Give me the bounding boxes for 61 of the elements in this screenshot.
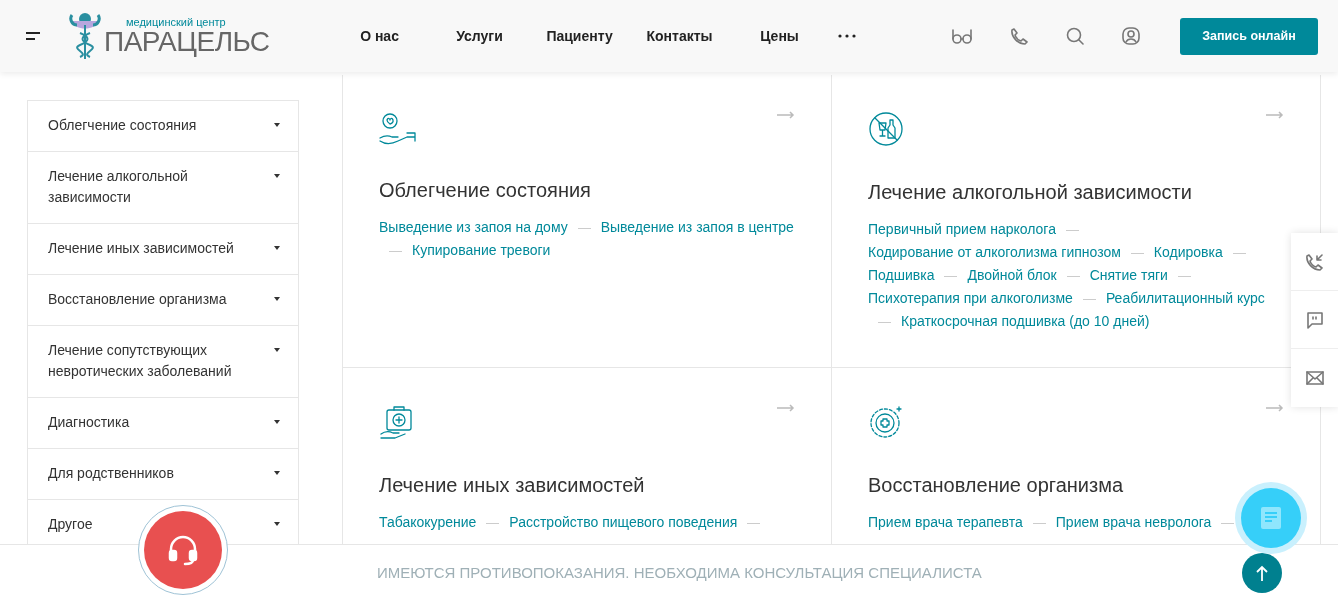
caduceus-logo-icon	[68, 11, 102, 61]
chat-bubble-icon	[1305, 310, 1324, 329]
disclaimer-text: ИМЕЮТСЯ ПРОТИВОПОКАЗАНИЯ. НЕОБХОДИМА КОНСУЛЬТАЦИЯ СПЕЦИАЛИСТА	[377, 563, 982, 581]
arrow-right-icon[interactable]	[1266, 404, 1284, 412]
card-title: Лечение алкогольной зависимости	[868, 181, 1193, 204]
menu-icon[interactable]	[26, 32, 40, 40]
no-alcohol-icon	[868, 111, 904, 147]
phone-incoming-icon	[1305, 252, 1324, 271]
arrow-right-icon[interactable]	[1266, 111, 1284, 119]
phone-icon[interactable]	[1010, 27, 1028, 45]
nav-link[interactable]: Контакты	[629, 28, 730, 44]
user-icon[interactable]	[1122, 27, 1140, 45]
search-icon[interactable]	[1066, 27, 1084, 45]
card-title: Восстановление организма	[868, 474, 1125, 497]
caret-icon	[274, 297, 280, 301]
more-icon[interactable]	[837, 34, 856, 38]
service-link[interactable]: Двойной блок	[967, 267, 1057, 283]
service-link[interactable]: Выведение из запоя на дому	[379, 219, 568, 235]
nav-link[interactable]: О нас	[329, 28, 430, 44]
caret-icon	[274, 123, 280, 127]
service-link[interactable]: Прием врача терапевта	[868, 514, 1023, 530]
book-online-button[interactable]: Запись онлайн	[1180, 17, 1318, 55]
service-link[interactable]: Купирование тревоги	[412, 242, 551, 258]
arrow-right-icon[interactable]	[777, 404, 795, 412]
medical-cross-target-icon	[868, 404, 904, 440]
service-link[interactable]: Прием врача невролога	[1055, 514, 1212, 530]
service-link[interactable]: Снятие тяги	[1089, 267, 1168, 283]
card-title: Лечение иных зависимостей	[379, 474, 646, 497]
caret-icon	[274, 174, 280, 178]
arrow-up-icon	[1256, 565, 1268, 581]
card-title: Облегчение состояния	[379, 179, 592, 202]
service-link[interactable]: Реабилитационный курс	[1105, 290, 1265, 306]
caret-icon	[274, 420, 280, 424]
service-link[interactable]: Кодировка	[1153, 244, 1223, 260]
caret-icon	[274, 471, 280, 475]
envelope-icon	[1305, 371, 1324, 385]
service-link[interactable]: Расстройство пищевого поведения	[509, 514, 738, 530]
caret-icon	[274, 246, 280, 250]
service-link[interactable]: Подшивка	[868, 267, 935, 283]
service-link[interactable]: Краткосрочная подшивка (до 10 дней)	[901, 313, 1150, 329]
nav-link[interactable]: Цены	[729, 28, 830, 44]
service-link[interactable]: Первичный прием нарколога	[868, 221, 1056, 237]
nav-link[interactable]: Услуги	[429, 28, 530, 44]
service-link[interactable]: Психотерапия при алкоголизме	[868, 290, 1073, 306]
nav-link[interactable]: Пациенту	[529, 28, 630, 44]
arrow-right-icon[interactable]	[777, 111, 795, 119]
caret-icon	[274, 522, 280, 526]
message-button[interactable]	[1291, 291, 1338, 349]
glasses-icon[interactable]	[952, 27, 972, 45]
document-icon	[1261, 507, 1281, 529]
logo-caption: медицинский центр	[126, 16, 227, 28]
hand-heart-icon	[379, 111, 417, 145]
callback-button[interactable]	[1291, 233, 1338, 291]
logo-name: ПАРАЦЕЛЬС	[104, 28, 270, 56]
headset-icon	[166, 533, 200, 567]
medical-kit-icon	[379, 404, 415, 440]
service-link[interactable]: Табакокурение	[379, 514, 477, 530]
email-button[interactable]	[1291, 349, 1338, 407]
caret-icon	[274, 348, 280, 352]
service-link[interactable]: Выведение из запоя в центре	[600, 219, 794, 235]
service-link[interactable]: Кодирование от алкоголизма гипнозом	[868, 244, 1121, 260]
